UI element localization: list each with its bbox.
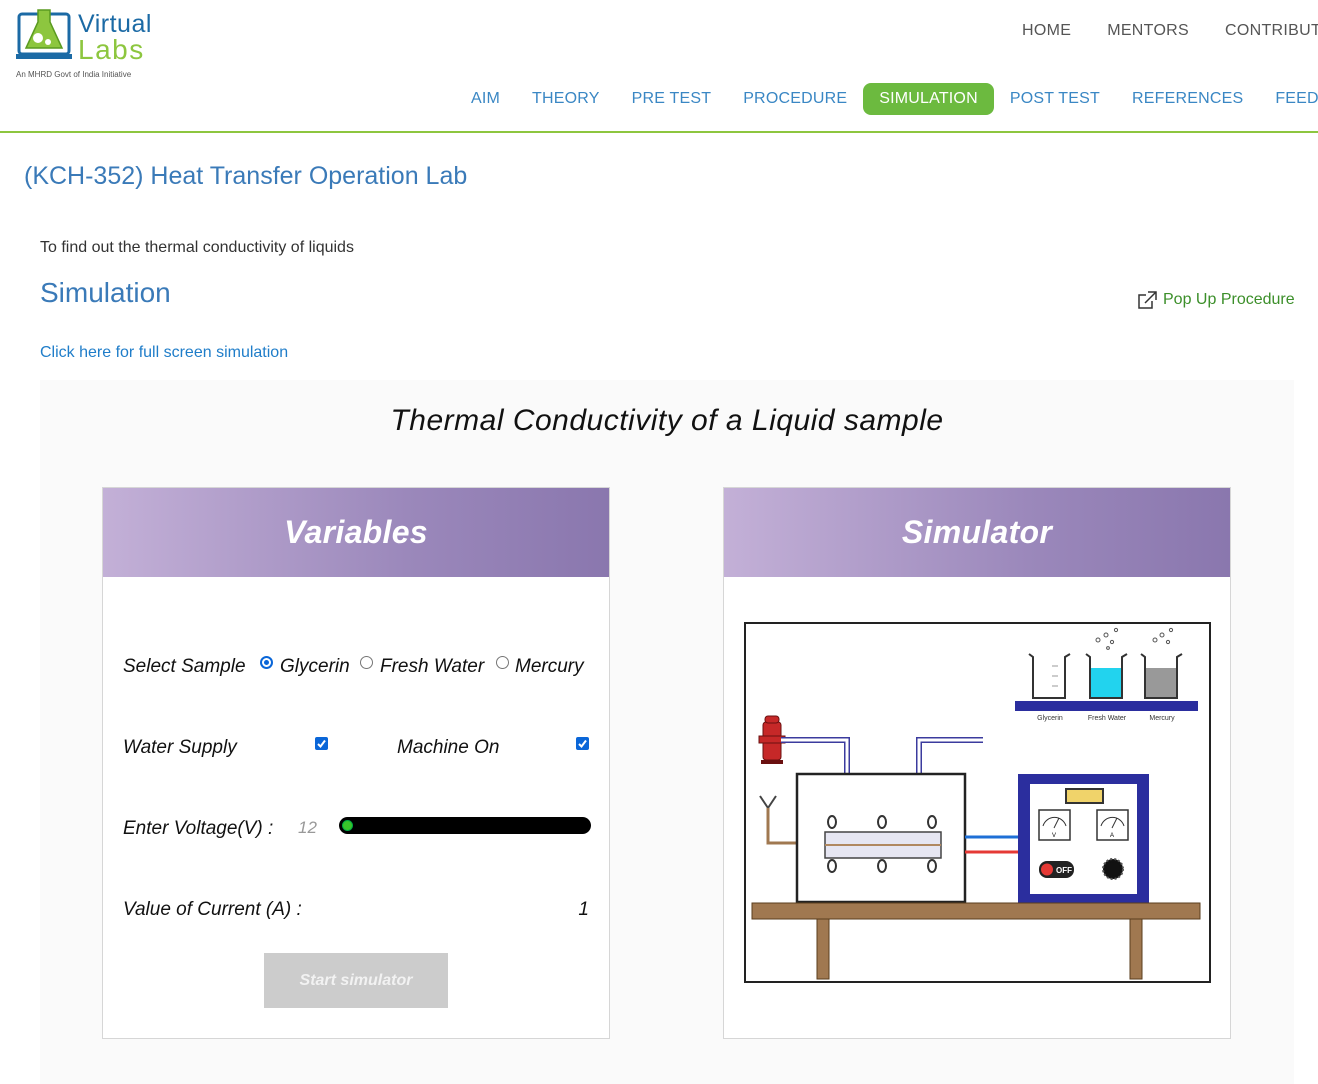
simulator-title: Simulator: [901, 514, 1053, 550]
fresh-water-label: Fresh Water: [380, 656, 485, 677]
tab-pre-test[interactable]: PRE TEST: [616, 83, 728, 115]
machine-on-label: Machine On: [397, 737, 500, 758]
switch-label: OFF: [1056, 866, 1072, 875]
lab-table: [751, 902, 1201, 920]
page-heading: Simulation: [40, 277, 171, 308]
apparatus-drawing: Glycerin Fresh Water Mercury V A OFF: [751, 627, 1201, 980]
aim-text: To find out the thermal conductivity of …: [40, 239, 354, 256]
checkmark-icon: [317, 739, 326, 749]
tab-procedure[interactable]: PROCEDURE: [727, 83, 863, 115]
start-simulator-button[interactable]: Start simulator: [264, 953, 448, 1008]
current-value: 1: [578, 899, 589, 920]
tab-simulation[interactable]: SIMULATION: [863, 83, 994, 115]
variables-header: Variables: [103, 488, 609, 577]
nav-contributors[interactable]: CONTRIBUT: [1225, 22, 1318, 40]
ammeter-label: A: [1110, 833, 1114, 839]
flask-logo-icon: [16, 9, 72, 59]
water-supply-label: Water Supply: [123, 737, 237, 758]
tab-references[interactable]: REFERENCES: [1116, 83, 1259, 115]
mercury-beaker[interactable]: [1140, 627, 1183, 699]
current-label: Value of Current (A) :: [123, 899, 302, 920]
logo-tagline: An MHRD Govt of India Initiative: [16, 70, 132, 79]
funnel-icon: [759, 795, 777, 810]
voltmeter-label: V: [1052, 833, 1056, 839]
voltmeter-icon: V: [1038, 809, 1071, 841]
simulator-canvas: Glycerin Fresh Water Mercury V A OFF: [744, 622, 1211, 983]
select-sample-label: Select Sample: [123, 656, 246, 677]
fresh-water-beaker[interactable]: [1085, 627, 1128, 699]
beaker-label-glycerin: Glycerin: [1037, 715, 1063, 722]
simulator-header: Simulator: [724, 488, 1230, 577]
water-supply-checkbox[interactable]: [315, 737, 328, 750]
beaker-shelf: [1015, 701, 1198, 711]
fullscreen-simulation-link[interactable]: Click here for full screen simulation: [40, 344, 288, 362]
voltage-knob-icon[interactable]: [1102, 858, 1124, 880]
simulation-title: Thermal Conductivity of a Liquid sample: [390, 404, 944, 437]
radio-mercury[interactable]: [496, 656, 509, 669]
tab-theory[interactable]: THEORY: [516, 83, 616, 115]
virtual-labs-logo[interactable]: Virtual Labs An MHRD Govt of India Initi…: [16, 8, 156, 82]
mercury-label: Mercury: [515, 656, 584, 677]
popup-procedure-label: Pop Up Procedure: [1163, 291, 1295, 308]
glycerin-beaker[interactable]: [1028, 653, 1071, 699]
tab-feedback[interactable]: FEEDB: [1259, 83, 1318, 115]
checkmark-icon: [578, 739, 587, 749]
machine-on-checkbox[interactable]: [576, 737, 589, 750]
beaker-label-fresh-water: Fresh Water: [1088, 715, 1127, 722]
nav-home[interactable]: HOME: [1022, 22, 1071, 40]
course-title: (KCH-352) Heat Transfer Operation Lab: [24, 162, 468, 190]
glycerin-label: Glycerin: [280, 656, 350, 677]
site-header: Virtual Labs An MHRD Govt of India Initi…: [0, 0, 1318, 133]
radio-fresh-water[interactable]: [360, 656, 373, 669]
external-link-icon: [1138, 291, 1157, 309]
voltage-label: Enter Voltage(V) :: [123, 818, 274, 839]
simulator-panel: Simulator Glycerin Fresh Water Mercury V…: [723, 487, 1231, 1039]
tab-aim[interactable]: AIM: [455, 83, 516, 115]
ammeter-icon: A: [1096, 809, 1129, 841]
power-switch[interactable]: OFF: [1039, 861, 1074, 878]
experiment-navigation: AIM THEORY PRE TEST PROCEDURE SIMULATION…: [455, 83, 1318, 115]
voltage-slider[interactable]: [339, 817, 591, 834]
display-screen: [1065, 788, 1104, 804]
top-navigation: HOME MENTORS CONTRIBUT: [1022, 22, 1318, 40]
variables-title: Variables: [284, 514, 428, 550]
voltage-slider-thumb[interactable]: [342, 820, 353, 831]
voltage-value: 12: [298, 818, 317, 837]
radio-glycerin[interactable]: [260, 656, 273, 669]
logo-word-labs: Labs: [78, 34, 145, 65]
tab-post-test[interactable]: POST TEST: [994, 83, 1116, 115]
nav-mentors[interactable]: MENTORS: [1107, 22, 1189, 40]
popup-procedure-link[interactable]: Pop Up Procedure: [1138, 291, 1295, 309]
variables-panel: Variables Select Sample Glycerin Fresh W…: [102, 487, 610, 1039]
beaker-label-mercury: Mercury: [1149, 715, 1175, 722]
